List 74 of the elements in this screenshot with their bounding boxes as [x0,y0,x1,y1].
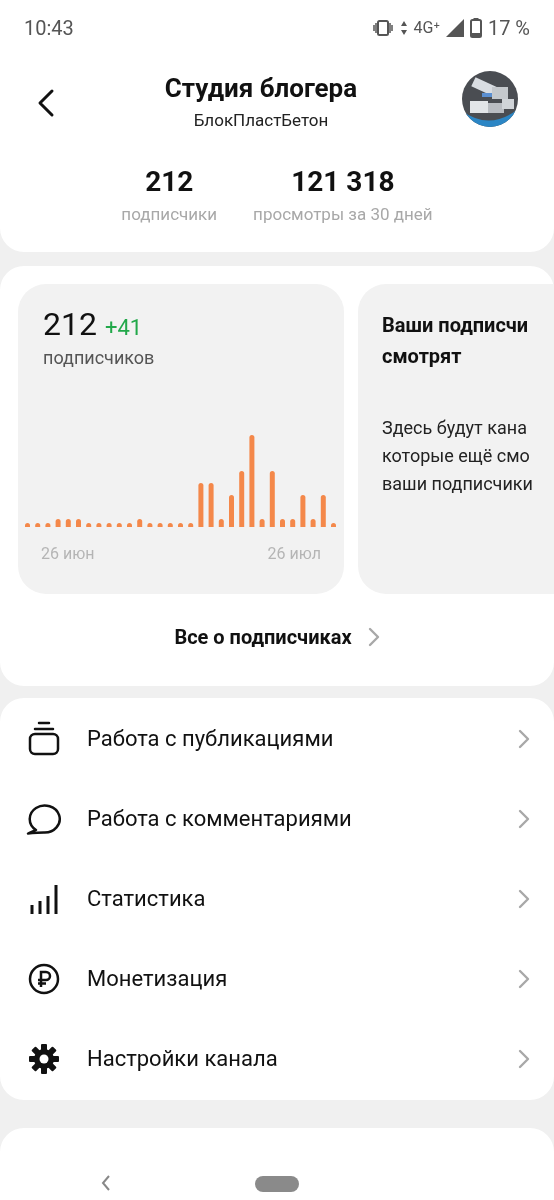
chart-bar [35,522,41,527]
subscribers-card[interactable]: 212 +41 подписчиков 26 июн 26 июл [18,283,344,594]
chevron-right-icon [518,888,530,909]
status-time: 10:43 [24,14,74,42]
card-title: Ваши подписчи [382,311,530,339]
chart-bar [229,494,234,527]
chevron-right-icon [518,808,530,829]
card-title: смотрят [382,342,463,370]
chart-bar [290,518,296,527]
chart-bar [310,518,316,527]
signal-icon [445,18,464,37]
stat-value: 121 318 [291,166,395,198]
chart-bar [45,522,51,527]
chart-bar [127,522,132,527]
battery-percent: 17 % [487,14,530,42]
network-type: 4G⁺ [413,16,440,39]
chart-bar [25,522,30,527]
home-pill[interactable] [255,1175,299,1192]
chart-bar [116,522,122,527]
menu-item[interactable]: Статистика [0,858,554,939]
chart-bar [188,522,194,527]
chevron-right-icon [518,968,530,989]
nav-back-button[interactable] [100,1173,112,1192]
chart-bar [280,518,285,527]
chart-bar [300,494,306,527]
chart-bar [167,522,173,527]
speech-bubble-icon [26,801,62,836]
chart-bar [331,522,336,527]
settings-icon [28,1042,60,1075]
axis-label: 26 июн [41,542,95,565]
chart-bar [157,522,163,527]
battery-icon [469,17,482,38]
chart-bar [259,518,265,527]
subscriber-label: подписчиков [42,345,156,370]
chart-bar [86,522,92,527]
chart-bar [320,494,326,527]
chevron-right-icon [518,1048,530,1069]
stat-value: 212 [145,166,194,198]
chart-bar [96,522,102,527]
info-card[interactable]: Ваши подписчи смотрят Здесь будут кана которые ещё смо ваши подписчики [358,283,554,594]
menu-item[interactable]: Монетизация [0,938,554,1019]
all-subscribers-link[interactable]: Все о подписчиках [174,621,380,652]
axis-label: 26 июл [267,542,321,565]
chart-bar [106,522,112,527]
page-title: Студия блогера [164,71,358,104]
vibrate-icon [371,19,394,36]
card-text: ваши подписчики [382,471,534,496]
chart-bar [147,522,153,527]
menu-item[interactable]: Работа с публикациями [0,698,554,779]
chart-bar [137,518,143,527]
chart-bar [208,482,214,527]
chart-bar [65,518,71,527]
chevron-right-icon [518,728,530,749]
chart-bar [55,518,61,527]
data-arrows-icon [399,19,408,36]
subscriber-delta: +41 [104,313,143,342]
channel-name: БлокПластБетон [193,108,329,132]
chart-bar [218,518,224,527]
card-text: которые ещё смо [382,443,531,468]
subscriber-count: 212 [43,305,97,342]
chart-bar [239,470,245,527]
chart-bar [178,522,183,527]
menu-item[interactable]: Работа с комментариями [0,778,554,859]
menu-item[interactable]: Настройки канала [0,1018,554,1099]
chart-bar [198,482,204,527]
stat-label: просмотры за 30 дней [253,203,433,226]
card-text: Здесь будут кана [382,415,528,440]
chart-bar [76,518,81,527]
bar-chart-icon [29,882,59,915]
chart-bar [269,470,275,527]
stack-icon [28,720,60,757]
ruble-icon [28,962,60,995]
stat-label: подписчики [121,203,218,226]
chevron-right-icon [367,626,380,647]
